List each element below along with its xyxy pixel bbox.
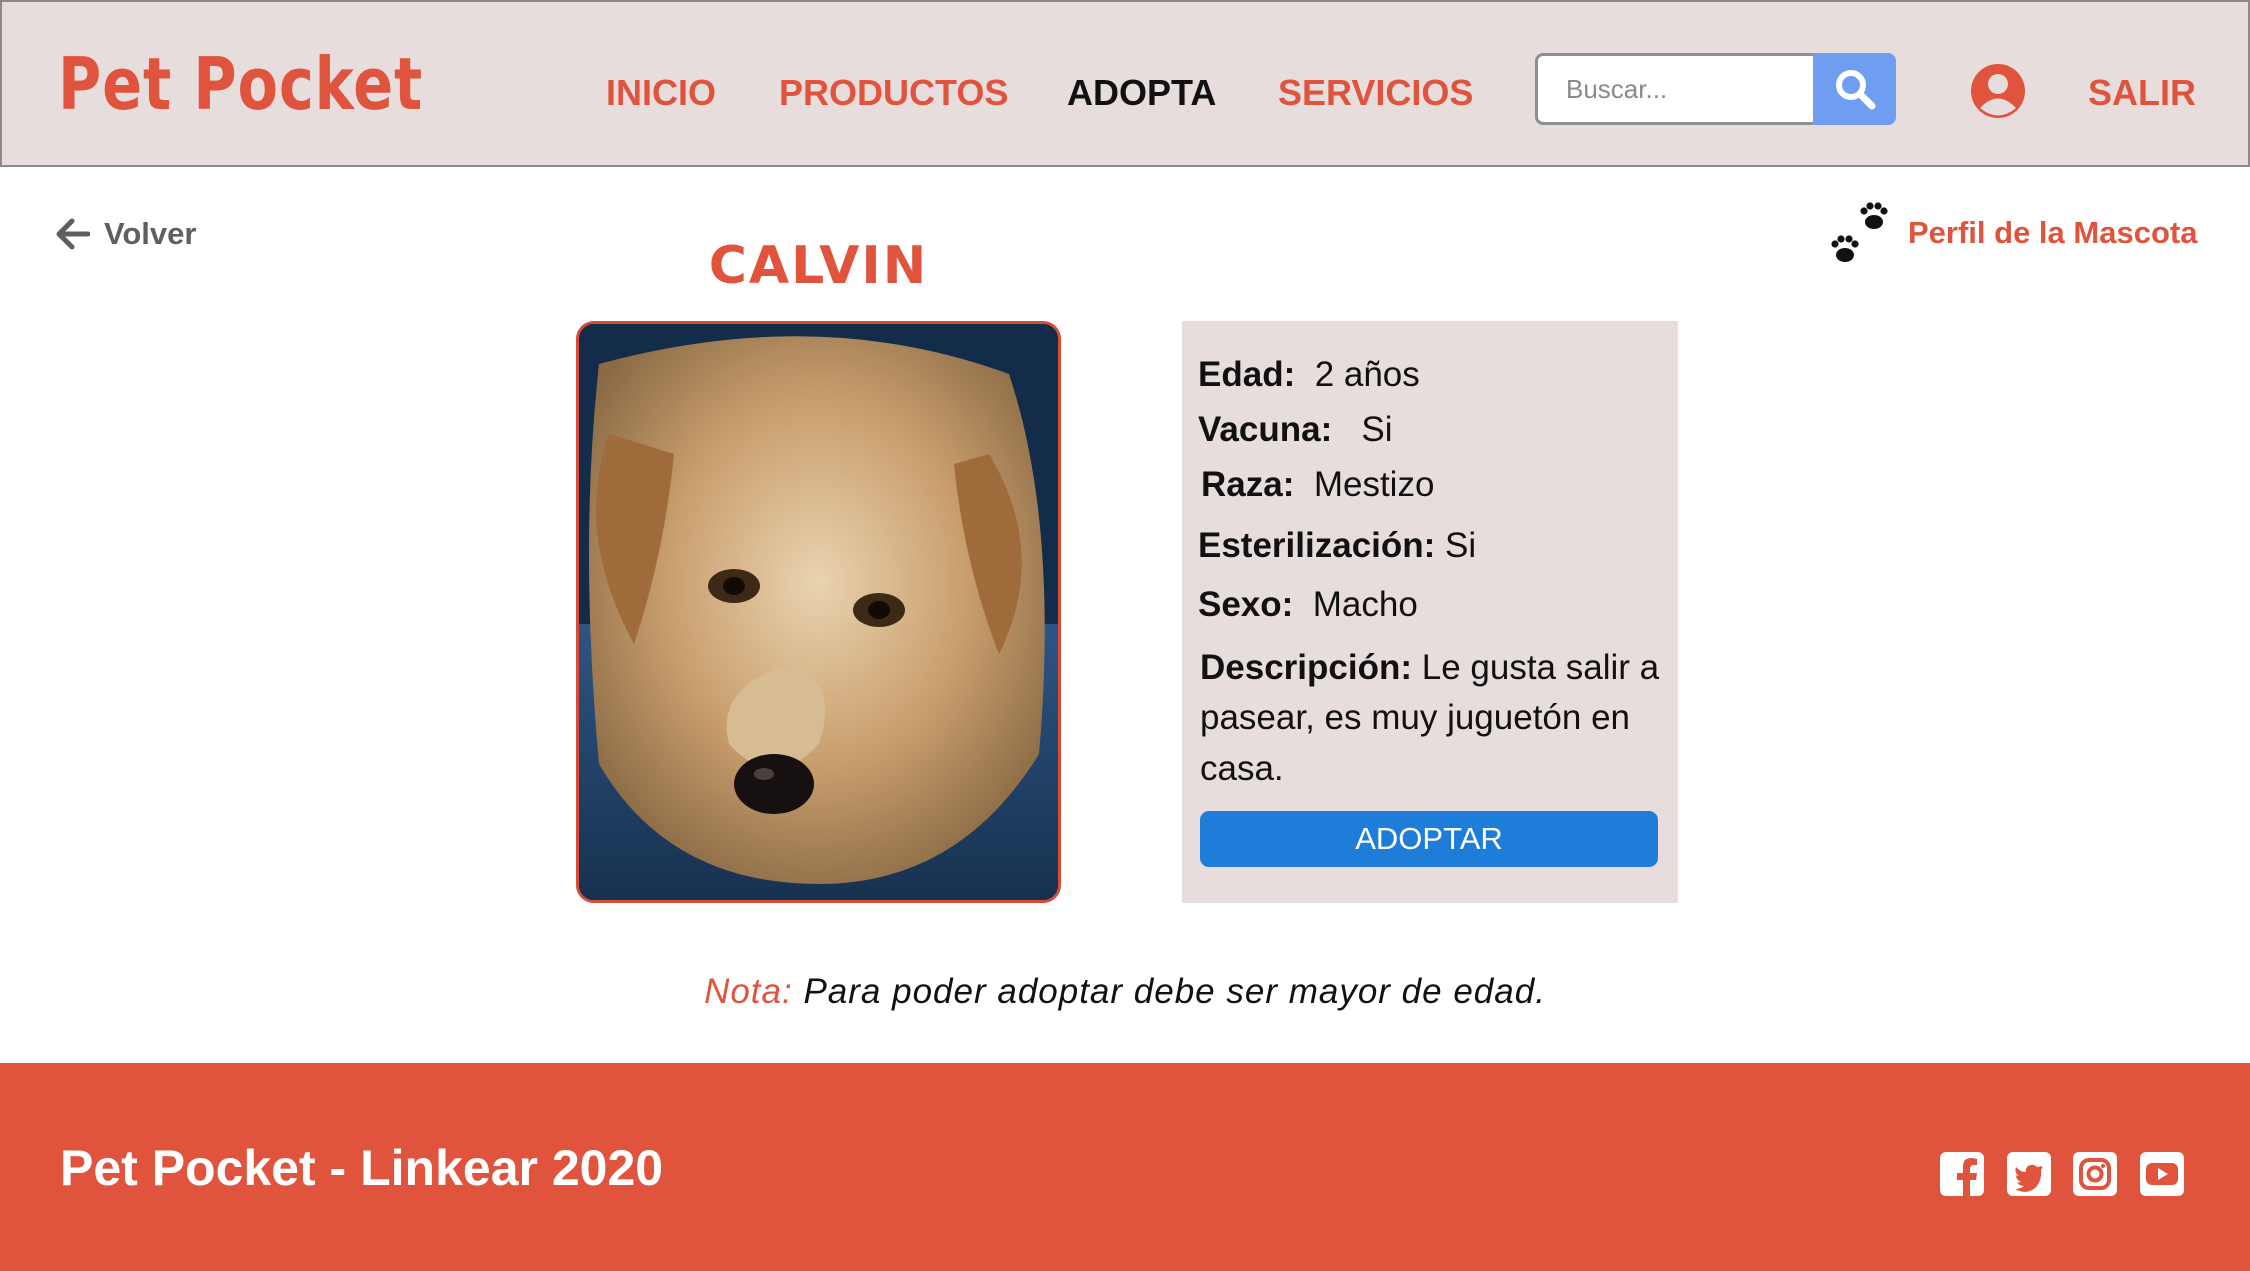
info-value: Si	[1445, 526, 1477, 565]
nav-item-inicio[interactable]: INICIO	[606, 75, 716, 111]
pet-photo	[576, 321, 1061, 903]
search-button[interactable]	[1813, 53, 1896, 125]
info-label: Esterilización:	[1198, 526, 1436, 565]
footer-copyright: Pet Pocket - Linkear 2020	[60, 1140, 664, 1196]
info-label: Raza:	[1201, 465, 1295, 504]
nav-item-adopta[interactable]: ADOPTA	[1067, 75, 1216, 111]
footer: Pet Pocket - Linkear 2020	[0, 1063, 2250, 1271]
pet-profile-label: Perfil de la Mascota	[1908, 215, 2198, 250]
info-row-sterilization: Esterilización: Si	[1198, 525, 1476, 567]
logout-button[interactable]: SALIR	[2088, 75, 2196, 111]
youtube-icon[interactable]	[2139, 1151, 2185, 1197]
info-row-age: Edad: 2 años	[1198, 354, 1420, 396]
info-label: Sexo:	[1198, 585, 1294, 624]
pet-name: CALVIN	[708, 236, 929, 296]
adoption-note: Nota: Para poder adoptar debe ser mayor …	[0, 972, 2250, 1012]
back-link[interactable]: Volver	[56, 216, 196, 252]
dog-image	[579, 324, 1058, 900]
nav-item-servicios[interactable]: SERVICIOS	[1278, 75, 1473, 111]
info-value: 2 años	[1314, 355, 1420, 394]
info-label: Vacuna:	[1198, 410, 1333, 449]
arrow-left-icon	[56, 218, 90, 250]
info-value: Si	[1361, 410, 1393, 449]
pet-info-card: Edad: 2 años Vacuna: Si Raza: Mestizo Es…	[1182, 321, 1678, 903]
adopt-button[interactable]: ADOPTAR	[1200, 811, 1658, 867]
search-icon	[1835, 70, 1875, 110]
top-navbar: Pet Pocket INICIO PRODUCTOS ADOPTA SERVI…	[0, 0, 2250, 167]
pet-profile-heading: Perfil de la Mascota	[1828, 200, 2197, 266]
search-input[interactable]	[1535, 53, 1816, 125]
info-value: Mestizo	[1313, 465, 1435, 504]
paw-prints-icon	[1831, 202, 1888, 262]
brand-logo[interactable]: Pet Pocket	[58, 48, 423, 120]
instagram-icon[interactable]	[2072, 1151, 2118, 1197]
info-label: Edad:	[1198, 355, 1296, 394]
twitter-icon[interactable]	[2006, 1151, 2052, 1197]
info-row-sex: Sexo: Macho	[1198, 584, 1418, 626]
facebook-icon[interactable]	[1939, 1151, 1985, 1197]
nav-item-productos[interactable]: PRODUCTOS	[779, 75, 1008, 111]
note-label: Nota:	[704, 972, 793, 1011]
note-text: Para poder adoptar debe ser mayor de eda…	[803, 972, 1546, 1011]
back-label: Volver	[104, 216, 197, 251]
info-value: Macho	[1312, 585, 1418, 624]
info-row-description: Descripción: Le gusta salir a pasear, es…	[1200, 643, 1668, 794]
info-row-vaccine: Vacuna: Si	[1198, 409, 1393, 451]
info-row-breed: Raza: Mestizo	[1201, 464, 1434, 506]
user-circle-icon[interactable]	[1970, 63, 2026, 119]
info-label: Descripción:	[1200, 648, 1412, 687]
